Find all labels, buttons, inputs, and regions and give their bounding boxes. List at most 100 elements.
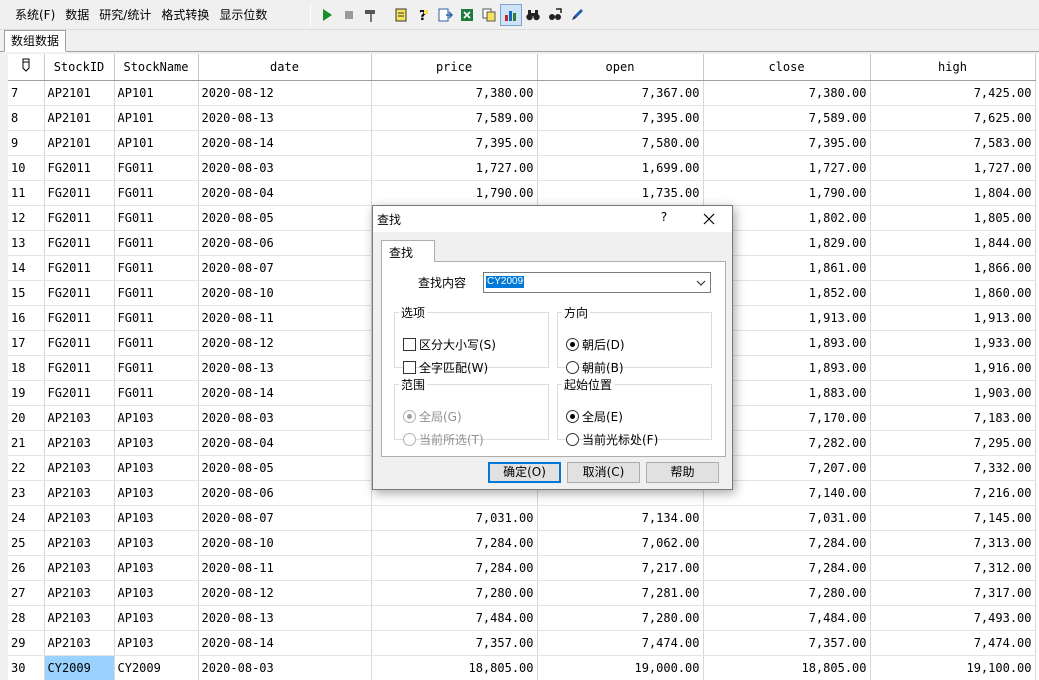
table-cell[interactable]: AP2103 xyxy=(44,505,115,531)
table-cell[interactable]: 7,145.00 xyxy=(870,505,1036,531)
table-cell[interactable]: AP2103 xyxy=(44,405,115,431)
table-cell[interactable]: 2020-08-11 xyxy=(198,305,372,331)
row-number[interactable]: 9 xyxy=(8,130,45,156)
table-cell[interactable]: 7,280.00 xyxy=(703,580,871,606)
table-cell[interactable]: AP101 xyxy=(114,130,199,156)
table-cell[interactable]: AP2103 xyxy=(44,430,115,456)
table-cell[interactable]: 7,589.00 xyxy=(371,105,538,131)
dialog-help-button[interactable]: ? xyxy=(655,210,673,228)
table-row[interactable]: 8 AP2101 AP101 2020-08-13 7,589.00 7,395.00 7,… xyxy=(8,105,1036,131)
table-cell[interactable]: 1,866.00 xyxy=(870,255,1036,281)
table-cell[interactable]: 2020-08-04 xyxy=(198,180,372,206)
row-number[interactable]: 23 xyxy=(8,480,45,506)
table-cell[interactable]: 1,727.00 xyxy=(870,155,1036,181)
table-cell[interactable]: FG011 xyxy=(114,305,199,331)
stop-icon[interactable] xyxy=(338,4,360,26)
table-cell[interactable]: FG011 xyxy=(114,205,199,231)
table-cell[interactable]: 1,860.00 xyxy=(870,280,1036,306)
table-cell[interactable]: FG2011 xyxy=(44,380,115,406)
menu-item-2[interactable]: 研究/统计 xyxy=(94,6,156,24)
table-cell[interactable]: 19,100.00 xyxy=(870,655,1036,680)
cancel-button[interactable]: 取消(C) xyxy=(567,462,640,483)
table-cell[interactable]: 1,790.00 xyxy=(703,180,871,206)
menu-item-1[interactable]: 数据 xyxy=(60,6,94,24)
table-cell[interactable]: FG2011 xyxy=(44,230,115,256)
table-cell[interactable]: 7,583.00 xyxy=(870,130,1036,156)
table-cell[interactable]: 7,217.00 xyxy=(537,555,704,581)
table-cell[interactable]: AP2101 xyxy=(44,130,115,156)
table-row[interactable]: 28 AP2103 AP103 2020-08-13 7,484.00 7,280.00 7… xyxy=(8,605,1036,631)
row-number[interactable]: 8 xyxy=(8,105,45,131)
table-cell[interactable]: 18,805.00 xyxy=(371,655,538,680)
column-header-price[interactable]: price xyxy=(371,54,538,81)
table-cell[interactable]: 7,216.00 xyxy=(870,480,1036,506)
table-cell[interactable]: FG2011 xyxy=(44,355,115,381)
table-cell[interactable]: AP103 xyxy=(114,530,199,556)
table-cell[interactable]: AP2103 xyxy=(44,605,115,631)
dialog-tab-find[interactable]: 查找 xyxy=(381,240,435,262)
table-cell[interactable]: FG011 xyxy=(114,330,199,356)
table-cell[interactable]: 7,313.00 xyxy=(870,530,1036,556)
row-number[interactable]: 22 xyxy=(8,455,45,481)
table-cell[interactable]: 1,913.00 xyxy=(870,305,1036,331)
row-number[interactable]: 14 xyxy=(8,255,45,281)
forward-radio[interactable]: 朝后(D) xyxy=(566,336,625,353)
row-number[interactable]: 24 xyxy=(8,505,45,531)
table-cell[interactable]: 7,284.00 xyxy=(703,555,871,581)
excel-icon[interactable] xyxy=(456,4,478,26)
row-number[interactable]: 30 xyxy=(8,655,45,680)
row-number[interactable]: 18 xyxy=(8,355,45,381)
table-cell[interactable]: 2020-08-14 xyxy=(198,630,372,656)
table-cell[interactable]: 7,395.00 xyxy=(537,105,704,131)
table-cell[interactable]: AP103 xyxy=(114,580,199,606)
match-case-checkbox[interactable]: 区分大小写(S) xyxy=(403,336,496,353)
find-replace-icon[interactable] xyxy=(544,4,566,26)
table-cell[interactable]: 2020-08-03 xyxy=(198,655,372,680)
table-cell[interactable]: AP2101 xyxy=(44,80,115,106)
table-row[interactable]: 24 AP2103 AP103 2020-08-07 7,031.00 7,134.00 7… xyxy=(8,505,1036,531)
table-row[interactable]: 27 AP2103 AP103 2020-08-12 7,280.00 7,281.00 7… xyxy=(8,580,1036,606)
table-cell[interactable]: 18,805.00 xyxy=(703,655,871,680)
table-row[interactable]: 7 AP2101 AP101 2020-08-12 7,380.00 7,367.00 7,… xyxy=(8,80,1036,106)
table-cell[interactable]: 1,805.00 xyxy=(870,205,1036,231)
table-cell[interactable]: 2020-08-03 xyxy=(198,405,372,431)
column-header-open[interactable]: open xyxy=(537,54,704,81)
table-cell[interactable]: 7,395.00 xyxy=(371,130,538,156)
table-cell[interactable]: 7,580.00 xyxy=(537,130,704,156)
table-cell[interactable]: FG011 xyxy=(114,155,199,181)
row-number[interactable]: 7 xyxy=(8,80,45,106)
column-header-date[interactable]: date xyxy=(198,54,372,81)
table-cell[interactable]: 2020-08-13 xyxy=(198,105,372,131)
table-cell[interactable]: 7,367.00 xyxy=(537,80,704,106)
table-cell[interactable]: 7,317.00 xyxy=(870,580,1036,606)
row-number[interactable]: 19 xyxy=(8,380,45,406)
row-indicator-header[interactable] xyxy=(8,54,45,81)
row-number[interactable]: 20 xyxy=(8,405,45,431)
table-cell[interactable]: 2020-08-04 xyxy=(198,430,372,456)
table-cell[interactable]: 7,031.00 xyxy=(371,505,538,531)
chart-icon[interactable] xyxy=(500,4,522,26)
column-header-high[interactable]: high xyxy=(870,54,1036,81)
chevron-down-icon[interactable] xyxy=(694,275,708,290)
table-cell[interactable]: 2020-08-14 xyxy=(198,130,372,156)
table-cell[interactable]: 2020-08-12 xyxy=(198,580,372,606)
pen-icon[interactable] xyxy=(566,4,588,26)
column-header-stockid[interactable]: StockID xyxy=(44,54,115,81)
row-number[interactable]: 17 xyxy=(8,330,45,356)
row-number[interactable]: 28 xyxy=(8,605,45,631)
tab-array-data[interactable]: 数组数据 xyxy=(4,30,67,52)
table-cell[interactable]: 2020-08-07 xyxy=(198,505,372,531)
ok-button[interactable]: 确定(O) xyxy=(488,462,561,483)
table-cell[interactable]: CY2009 xyxy=(114,655,199,680)
table-cell[interactable]: 7,062.00 xyxy=(537,530,704,556)
table-cell[interactable]: 7,357.00 xyxy=(371,630,538,656)
table-cell[interactable]: FG011 xyxy=(114,255,199,281)
table-cell[interactable]: 1,933.00 xyxy=(870,330,1036,356)
table-cell[interactable]: FG2011 xyxy=(44,180,115,206)
table-cell[interactable]: 2020-08-12 xyxy=(198,330,372,356)
table-cell[interactable]: 1,790.00 xyxy=(371,180,538,206)
table-row[interactable]: 10 FG2011 FG011 2020-08-03 1,727.00 1,699.00 1… xyxy=(8,155,1036,181)
row-number[interactable]: 15 xyxy=(8,280,45,306)
table-cell[interactable]: 7,484.00 xyxy=(703,605,871,631)
table-cell[interactable]: 7,425.00 xyxy=(870,80,1036,106)
